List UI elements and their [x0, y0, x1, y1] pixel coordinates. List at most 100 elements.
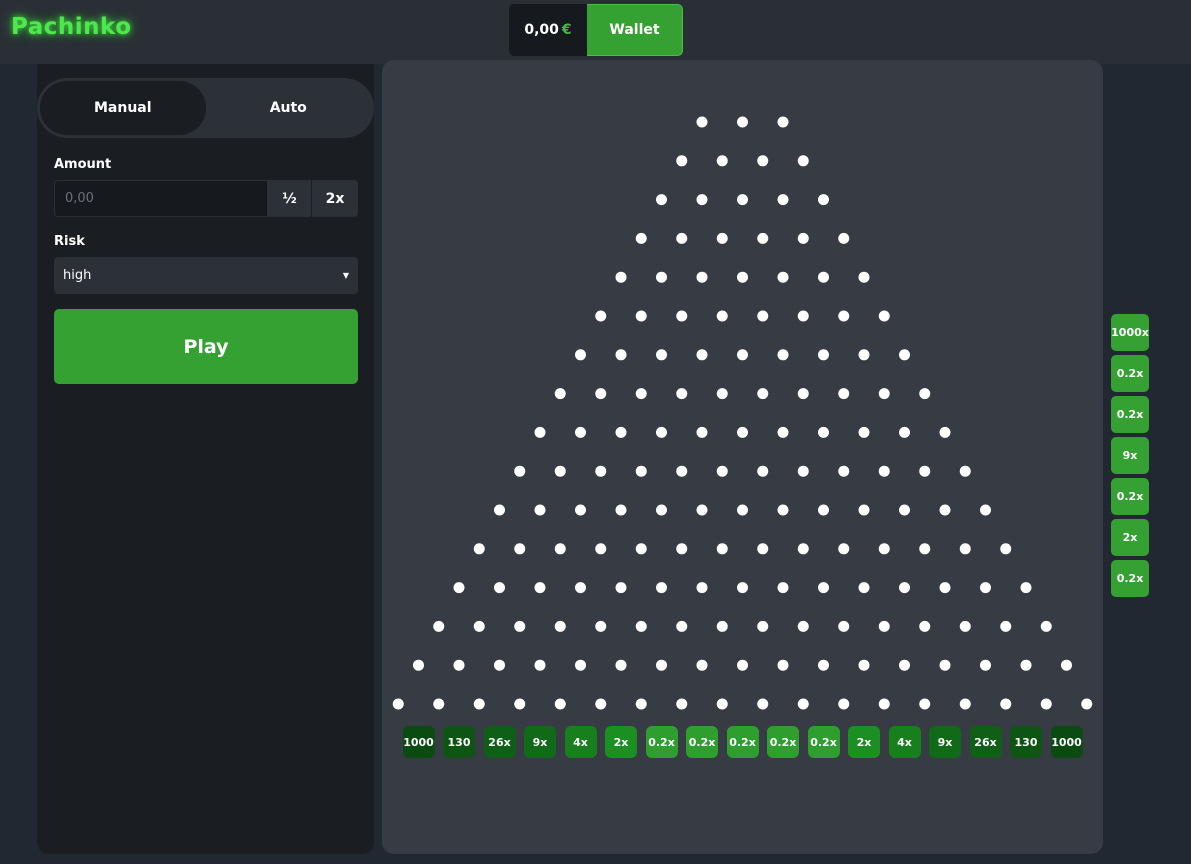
peg [554, 543, 566, 555]
peg [716, 155, 728, 167]
half-amount-button[interactable]: ½ [268, 180, 312, 217]
wallet-button[interactable]: Wallet [587, 4, 683, 56]
double-amount-button[interactable]: 2x [312, 180, 358, 217]
peg [919, 543, 931, 555]
peg [1000, 620, 1012, 632]
multiplier-slot: 1000 [1050, 726, 1083, 758]
multiplier-slot: 0.2x [726, 726, 759, 758]
peg [899, 659, 910, 671]
peg [716, 698, 728, 710]
peg [777, 426, 789, 438]
peg [838, 620, 850, 632]
peg [757, 310, 769, 322]
amount-row: ½ 2x [54, 180, 358, 217]
peg [858, 271, 870, 283]
peg [615, 582, 627, 594]
peg [554, 698, 566, 710]
peg [899, 582, 910, 594]
peg [980, 504, 991, 516]
peg [656, 582, 667, 594]
peg [959, 620, 971, 632]
tab-auto[interactable]: Auto [206, 81, 372, 135]
peg [575, 349, 586, 361]
peg [899, 349, 910, 361]
top-bar: Pachinko 0,00 € Wallet [0, 0, 1191, 64]
peg [878, 465, 890, 477]
history-result: 0.2x [1111, 396, 1149, 433]
multiplier-slot: 0.2x [767, 726, 799, 758]
peg [575, 426, 586, 438]
peg [878, 310, 890, 322]
peg [980, 659, 991, 671]
peg [696, 271, 708, 283]
play-button[interactable]: Play [54, 309, 358, 384]
peg [635, 232, 647, 244]
peg [858, 582, 870, 594]
peg [939, 504, 951, 516]
peg [737, 582, 748, 594]
peg [757, 155, 769, 167]
peg [656, 271, 667, 283]
peg [919, 620, 931, 632]
peg [1020, 582, 1032, 594]
peg [757, 698, 769, 710]
peg [838, 388, 850, 400]
peg [858, 504, 870, 516]
peg [575, 582, 586, 594]
peg [656, 504, 667, 516]
peg [433, 620, 445, 632]
wallet-box: 0,00 € Wallet [509, 4, 683, 56]
peg [595, 620, 607, 632]
peg [615, 271, 627, 283]
peg [838, 698, 850, 710]
peg [534, 582, 546, 594]
peg [878, 388, 890, 400]
peg [1020, 659, 1032, 671]
tab-manual[interactable]: Manual [40, 81, 206, 135]
peg [635, 620, 647, 632]
peg [858, 659, 870, 671]
peg [737, 349, 748, 361]
peg [635, 310, 647, 322]
peg [554, 465, 566, 477]
peg [1040, 620, 1052, 632]
peg [676, 698, 688, 710]
peg [777, 504, 789, 516]
peg [777, 349, 789, 361]
multiplier-slot: 4x [888, 726, 921, 758]
peg [676, 155, 688, 167]
peg [777, 194, 789, 206]
peg [878, 543, 890, 555]
multiplier-slot: 0.2x [807, 726, 840, 758]
peg [433, 698, 445, 710]
peg [818, 349, 829, 361]
peg [797, 465, 809, 477]
currency-symbol: € [561, 22, 572, 38]
peg [838, 465, 850, 477]
peg [494, 659, 505, 671]
peg [737, 504, 748, 516]
risk-value: high [63, 268, 92, 283]
peg [696, 504, 708, 516]
peg [757, 232, 769, 244]
peg [1000, 698, 1012, 710]
multiplier-slot: 0.2x [645, 726, 678, 758]
peg [757, 465, 769, 477]
risk-select[interactable]: high ▼ [54, 257, 358, 294]
peg [797, 543, 809, 555]
peg [797, 388, 809, 400]
peg [737, 116, 748, 128]
peg [676, 543, 688, 555]
peg [838, 232, 850, 244]
peg [635, 465, 647, 477]
peg [899, 426, 910, 438]
peg [757, 543, 769, 555]
peg [716, 232, 728, 244]
peg [797, 698, 809, 710]
peg [413, 659, 424, 671]
peg [716, 388, 728, 400]
multiplier-slot: 1000 [402, 726, 435, 758]
peg [919, 388, 931, 400]
amount-input[interactable] [54, 180, 268, 217]
peg [615, 504, 627, 516]
